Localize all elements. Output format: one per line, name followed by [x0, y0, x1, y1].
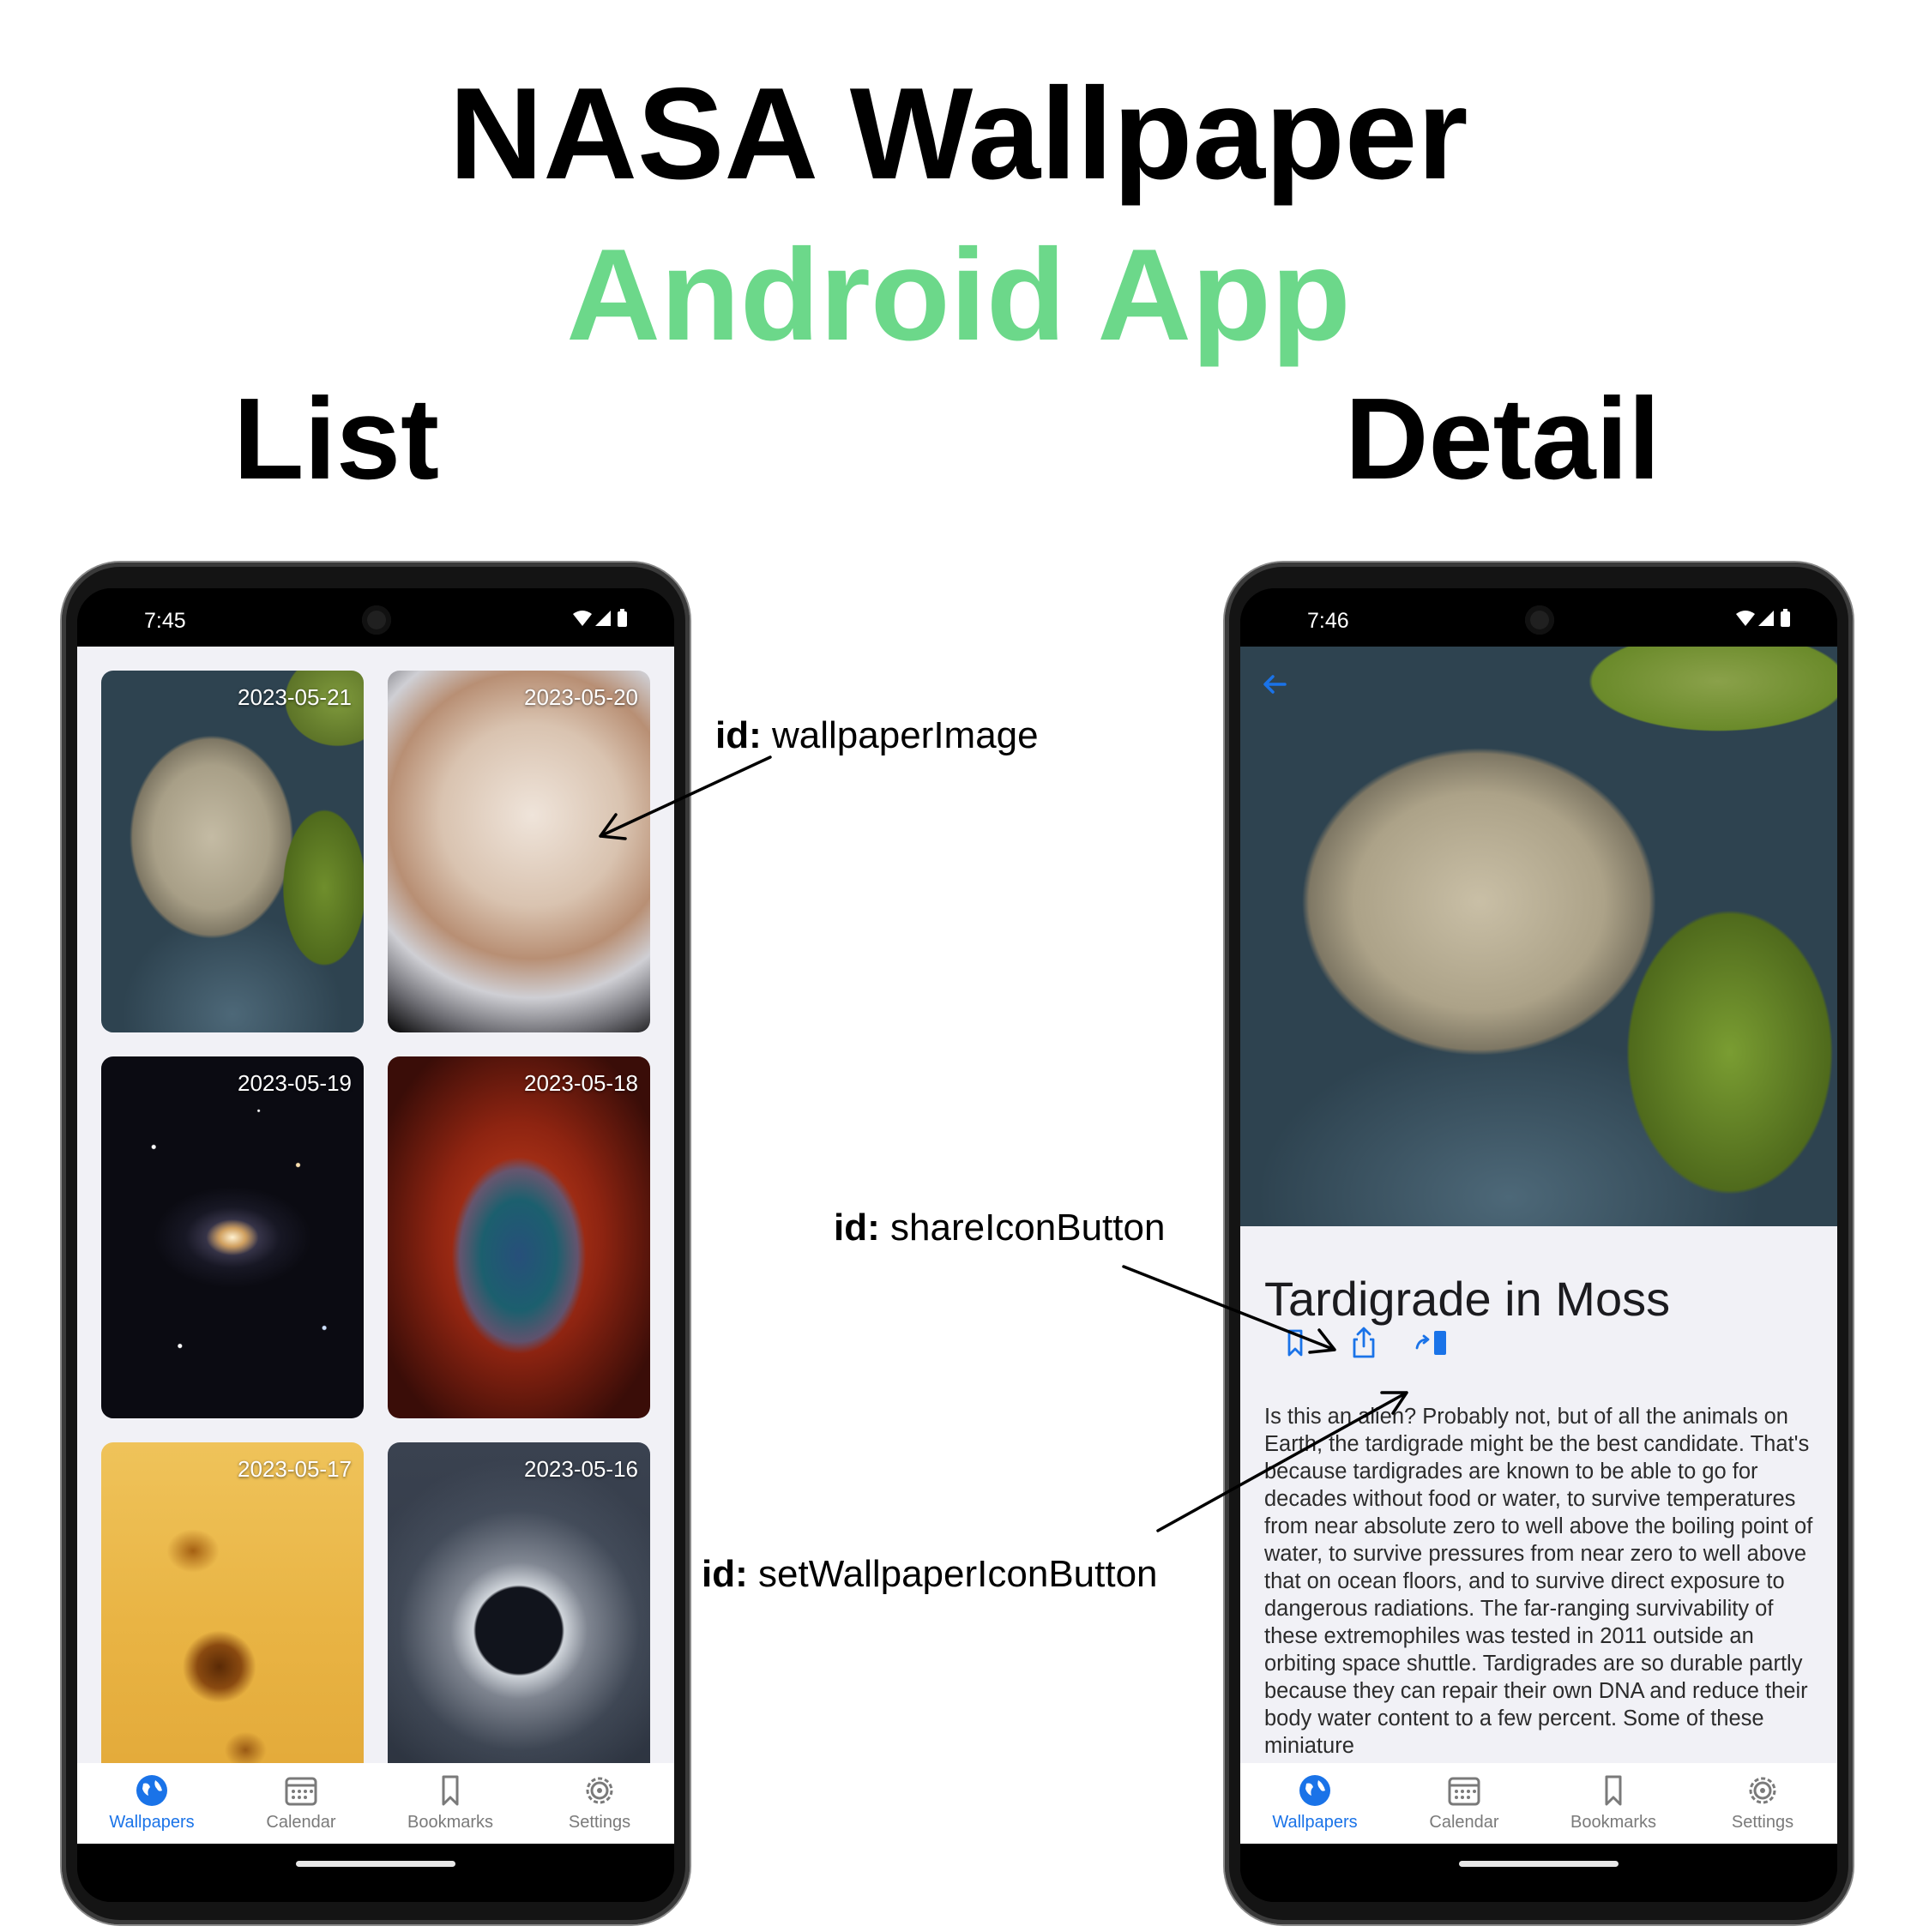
annotation-arrows	[599, 755, 1408, 1532]
arrow-to-set-wallpaper-button	[1156, 1391, 1408, 1532]
arrow-to-share-button	[1122, 1265, 1336, 1354]
arrow-to-wallpaper-image	[599, 755, 772, 840]
